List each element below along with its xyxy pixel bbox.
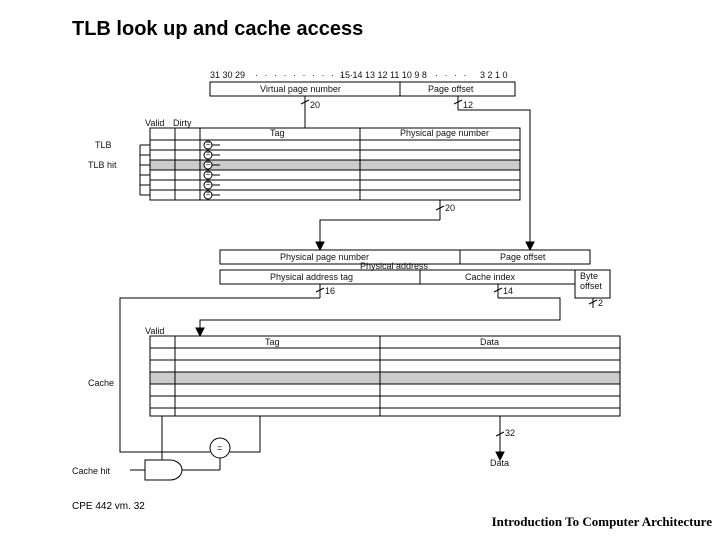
tlb-valid: Valid [145, 118, 164, 128]
va-po-label: Page offset [428, 84, 473, 94]
cache-eq: = [217, 443, 222, 453]
tlb-dirty: Dirty [173, 118, 192, 128]
pa-w16: 16 [325, 286, 335, 296]
cache-label: Cache [88, 378, 114, 388]
tlb-eq-1: = [206, 141, 210, 148]
pa-ppn: Physical page number [280, 252, 369, 262]
cache-hit: Cache hit [72, 466, 110, 476]
tlb-eq-2: = [206, 151, 210, 158]
pa-tag: Physical address tag [270, 272, 353, 282]
cache-valid: Valid [145, 326, 164, 336]
page-title: TLB look up and cache access [72, 18, 363, 41]
footer-right: Introduction To Computer Architecture [492, 514, 712, 530]
diagram-container: 31 30 29 · · · · · · · · · · · 15 14 13 … [60, 60, 660, 490]
cache-out: Data [490, 458, 509, 468]
cache-w32: 32 [505, 428, 515, 438]
tlb-tag: Tag [270, 128, 285, 138]
va-w20: 20 [310, 100, 320, 110]
pa-cidx: Cache index [465, 272, 515, 282]
tlb-ppn: Physical page number [400, 128, 489, 138]
tlb-label: TLB [95, 140, 112, 150]
tlb-hit: TLB hit [88, 160, 117, 170]
tlb-eq-4: = [206, 171, 210, 178]
pa-w14: 14 [503, 286, 513, 296]
va-vpn-label: Virtual page number [260, 84, 341, 94]
cache-data: Data [480, 337, 499, 347]
tlb-eq-5: = [206, 181, 210, 188]
pa-label: Physical address [360, 261, 428, 271]
tlb-out20: 20 [445, 203, 455, 213]
pa-w2: 2 [598, 298, 603, 308]
tlb-eq-6: = [206, 191, 210, 198]
pa-boff: Byte offset [580, 272, 610, 292]
cache-tag: Tag [265, 337, 280, 347]
pa-po: Page offset [500, 252, 545, 262]
va-w12: 12 [463, 100, 473, 110]
tlb-eq-3: = [206, 161, 210, 168]
footer-left: CPE 442 vm. 32 [72, 501, 145, 512]
